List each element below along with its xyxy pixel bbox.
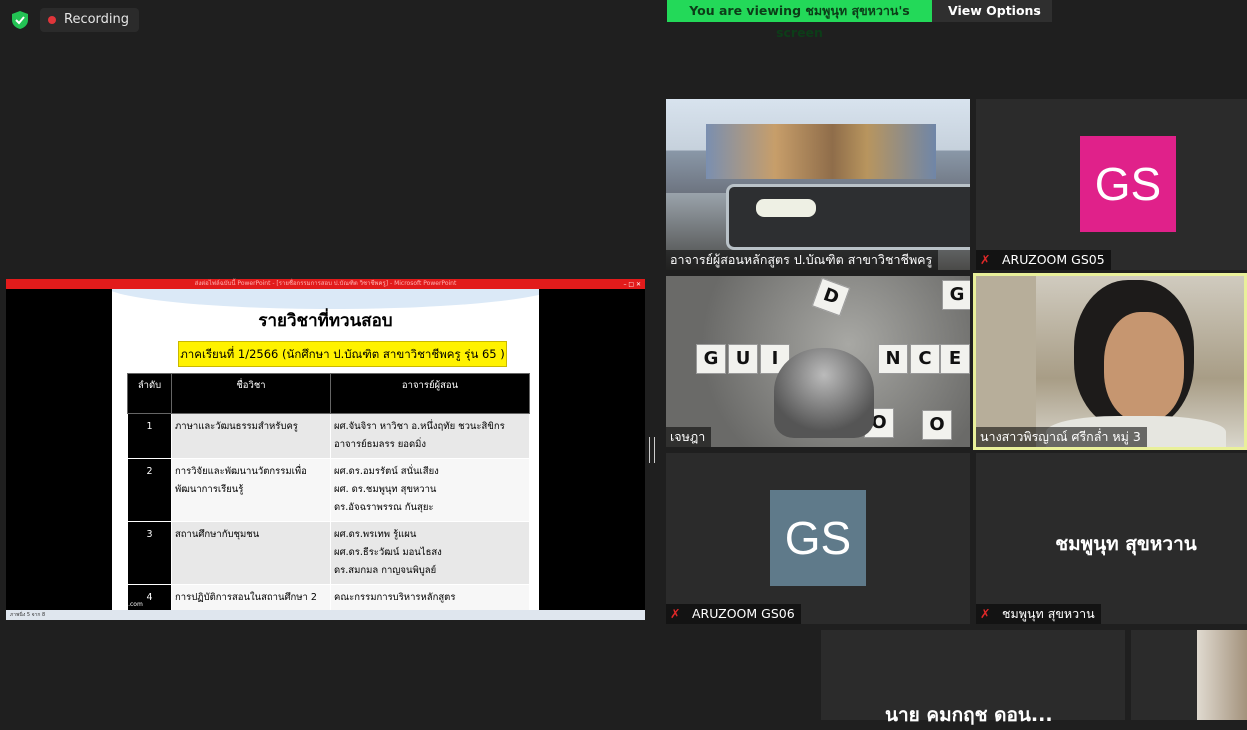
letter-block-image: E: [940, 344, 970, 374]
participant-video-tile[interactable]: GS ✗ ARUZOOM GS06: [666, 453, 970, 624]
microphone-muted-icon: ✗: [980, 252, 991, 267]
letter-block-image: G: [942, 280, 970, 310]
row-number: 2: [127, 458, 172, 522]
row-number: 1: [127, 413, 172, 459]
row-subject: ภาษาและวัฒนธรรมสำหรับครู: [171, 413, 331, 459]
row-subject: การปฏิบัติการสอนในสถานศึกษา 2: [171, 584, 331, 610]
teacher-name: คณะกรรมการบริหารหลักสูตร: [334, 592, 456, 603]
letter-block-image: O: [922, 410, 952, 440]
ppt-title-bar: ส่งต่อไฟล์ฉบับนี้ PowerPoint - [รายชื่อก…: [6, 279, 645, 289]
viewing-screen-banner: You are viewing ชมพูนุท สุขหวาน's screen: [667, 0, 932, 40]
participant-name-label: ✗ ชมพูนุท สุขหวาน: [976, 604, 1101, 624]
slide-subtitle: ภาคเรียนที่ 1/2566 (นักศึกษา ป.บัณฑิต สา…: [178, 341, 507, 367]
participant-name: นางสาวพิรญาณ์ ศรีกล่ำ หมู่ 3: [980, 429, 1141, 444]
panel-resize-handle[interactable]: [649, 437, 655, 463]
participant-display-name: ชมพูนุท สุขหวาน: [1055, 533, 1197, 555]
slide-title: รายวิชาที่ทวนสอบ: [258, 311, 393, 331]
header-subject: ชื่อวิชา: [171, 373, 331, 414]
view-options-label: View Options: [948, 3, 1041, 18]
participant-name-label: ✗ ARUZOOM GS05: [976, 250, 1111, 270]
flower-arrangement-image: [756, 199, 816, 217]
course-table: ลำดับ ชื่อวิชา อาจารย์ผู้สอน 1 ภาษาและวั…: [127, 373, 530, 610]
security-shield-icon[interactable]: [10, 10, 30, 30]
presentation-slide: รายวิชาที่ทวนสอบ ภาคเรียนที่ 1/2566 (นัก…: [112, 289, 539, 610]
header-order: ลำดับ: [127, 373, 172, 414]
participant-face-image: [1104, 312, 1184, 422]
table-row: 2 การวิจัยและพัฒนานวัตกรรมเพื่อพัฒนาการเ…: [127, 458, 530, 522]
participant-head-image: [774, 348, 874, 438]
letter-block-image: N: [878, 344, 908, 374]
teacher-name: ผศ.จันจิรา หาวิชา อ.หนึ่งฤทัย ชวนะสิขิกร: [334, 421, 505, 432]
slide-top-decoration: [112, 289, 539, 309]
participant-name-label: ✗ ARUZOOM GS06: [666, 604, 801, 624]
row-teachers: คณะกรรมการบริหารหลักสูตร: [330, 584, 530, 610]
background-door-image: [976, 276, 1036, 447]
recording-dot-icon: [48, 16, 56, 24]
participant-name: ARUZOOM GS05: [1001, 252, 1105, 267]
participant-video-tile[interactable]: อาจารย์ผู้สอนหลักสูตร ป.บัณฑิต สาขาวิชาช…: [666, 99, 970, 270]
teacher-name: ดร.สมกมล กาญจนพิบูลย์: [334, 565, 437, 576]
row-teachers: ผศ.ดร.อมรรัตน์ สนั่นเสียง ผศ. ดร.ชมพูนุท…: [330, 458, 530, 522]
row-teachers: ผศ.ดร.พรเทพ รู้แผน ผศ.ดร.ธีระวัฒน์ มอนไธ…: [330, 521, 530, 585]
participant-video-image: [1197, 630, 1247, 720]
table-row: 1 ภาษาและวัฒนธรรมสำหรับครู ผศ.จันจิรา หา…: [127, 413, 530, 459]
slide-footer: fppt.com: [116, 601, 143, 608]
microphone-muted-icon: ✗: [980, 606, 991, 621]
teacher-name: ผศ.ดร.อมรรัตน์ สนั่นเสียง: [334, 466, 439, 477]
avatar: GS: [1080, 136, 1176, 232]
ppt-status-text: ภาพนิ่ง 5 จาก 8: [10, 612, 46, 618]
row-subject: สถานศึกษากับชุมชน: [171, 521, 331, 585]
table-row: 3 สถานศึกษากับชุมชน ผศ.ดร.พรเทพ รู้แผน ผ…: [127, 521, 530, 585]
view-options-button[interactable]: View Options ⌄: [932, 0, 1052, 22]
participant-video-tile[interactable]: ชมพูนุท สุขหวาน ✗ ชมพูนุท สุขหวาน: [976, 453, 1247, 624]
teacher-name: ผศ.ดร.พรเทพ รู้แผน: [334, 529, 417, 540]
row-number: 3: [127, 521, 172, 585]
participant-name-label: เจษฎา: [666, 427, 712, 447]
participant-name: ชมพูนุท สุขหวาน: [1001, 606, 1095, 621]
participant-name: ARUZOOM GS06: [691, 606, 795, 621]
row-subject: การวิจัยและพัฒนานวัตกรรมเพื่อพัฒนาการเรี…: [171, 458, 331, 522]
teacher-name: ผศ. ดร.ชมพูนุท สุขหวาน: [334, 484, 437, 495]
row-teachers: ผศ.จันจิรา หาวิชา อ.หนึ่งฤทัย ชวนะสิขิกร…: [330, 413, 530, 459]
ppt-status-bar: ภาพนิ่ง 5 จาก 8: [6, 610, 645, 620]
ppt-window-title: ส่งต่อไฟล์ฉบับนี้ PowerPoint - [รายชื่อก…: [194, 280, 457, 287]
letter-block-image: C: [910, 344, 940, 374]
letter-block-image: U: [728, 344, 758, 374]
participant-video-tile[interactable]: [1131, 630, 1247, 720]
participant-video-tile[interactable]: G U I N C E D O G O เจษฎา: [666, 276, 970, 447]
temple-mural-image: [706, 124, 936, 179]
header-teachers: อาจารย์ผู้สอน: [330, 373, 530, 414]
chevron-down-icon: ⌄: [1033, 5, 1042, 16]
microphone-muted-icon: ✗: [670, 606, 681, 621]
participant-display-name: นาย คมกฤช ดอน...: [885, 704, 1053, 726]
teacher-name: ดร.อัจฉราพรรณ กันสุยะ: [334, 502, 434, 513]
letter-block-image: G: [696, 344, 726, 374]
viewing-screen-text: You are viewing ชมพูนุท สุขหวาน's screen: [689, 3, 910, 40]
teacher-name: อาจารย์ธมลรร ยอดมิ่ง: [334, 439, 427, 450]
table-row: 4 การปฏิบัติการสอนในสถานศึกษา 2 คณะกรรมก…: [127, 584, 530, 610]
letter-block-image: D: [811, 277, 851, 317]
recording-indicator[interactable]: Recording: [40, 8, 140, 32]
recording-label: Recording: [64, 12, 130, 27]
table-header-row: ลำดับ ชื่อวิชา อาจารย์ผู้สอน: [127, 373, 530, 414]
conference-table-image: [726, 184, 970, 250]
participant-name: อาจารย์ผู้สอนหลักสูตร ป.บัณฑิต สาขาวิชาช…: [670, 252, 933, 267]
participant-name: เจษฎา: [670, 429, 706, 444]
shared-screen[interactable]: ส่งต่อไฟล์ฉบับนี้ PowerPoint - [รายชื่อก…: [6, 279, 645, 620]
participant-video-tile[interactable]: GS ✗ ARUZOOM GS05: [976, 99, 1247, 270]
participant-name-label: นางสาวพิรญาณ์ ศรีกล่ำ หมู่ 3: [976, 427, 1147, 447]
teacher-name: ผศ.ดร.ธีระวัฒน์ มอนไธสง: [334, 547, 442, 558]
active-speaker-tile[interactable]: นางสาวพิรญาณ์ ศรีกล่ำ หมู่ 3: [973, 273, 1247, 450]
participant-name-label: อาจารย์ผู้สอนหลักสูตร ป.บัณฑิต สาขาวิชาช…: [666, 250, 939, 270]
window-controls-icon: – □ ✕: [623, 281, 641, 288]
avatar: GS: [770, 490, 866, 586]
